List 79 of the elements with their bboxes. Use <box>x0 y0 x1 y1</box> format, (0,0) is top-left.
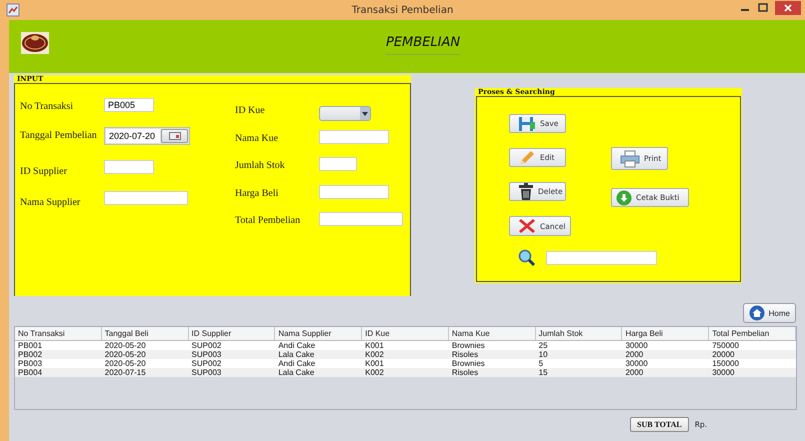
table-cell-text: K002 <box>364 350 385 359</box>
page-title: PEMBELIAN <box>386 35 460 55</box>
printer-icon <box>620 150 640 168</box>
subtotal-button[interactable]: SUB TOTAL <box>630 417 689 432</box>
column-header[interactable]: Harga Beli <box>622 327 710 340</box>
field-label: Nama Kue <box>235 132 280 144</box>
table-cell-text: SUP002 <box>190 341 222 350</box>
table-cell-text: 30000 <box>624 359 649 368</box>
window-title: Transaksi Pembelian <box>352 4 454 16</box>
logo-icon <box>21 32 49 54</box>
table-cell-text: 10 <box>538 350 549 359</box>
table-cell-text: K002 <box>364 368 385 377</box>
pencil-icon <box>518 150 536 166</box>
home-icon <box>748 305 765 321</box>
app-icon <box>6 3 20 17</box>
column-header[interactable]: Nama Supplier <box>275 327 362 340</box>
table-cell-text: 2020-05-20 <box>104 359 147 368</box>
table-cell-text: 2020-05-20 <box>104 341 147 350</box>
field-label: No Transaksi <box>20 100 74 112</box>
table-cell-text: PB004 <box>17 368 44 377</box>
column-header[interactable]: No Transaksi <box>15 327 102 340</box>
text-field[interactable] <box>319 184 389 198</box>
table-cell-text: SUP002 <box>190 359 222 368</box>
table-cell-text: 30000 <box>624 341 649 350</box>
text-field[interactable] <box>104 191 188 205</box>
table-cell-text: PB001 <box>17 341 44 350</box>
search-icon <box>518 249 536 267</box>
table-cell-text: 30000 <box>711 368 736 377</box>
table-cell-text: Lala Cake <box>277 368 316 377</box>
text-field[interactable] <box>319 130 389 144</box>
column-header[interactable]: ID Kue <box>362 327 449 340</box>
table-cell-text: PB002 <box>17 350 44 359</box>
table-cell-text: SUP003 <box>190 350 222 359</box>
column-header[interactable]: ID Supplier <box>188 327 276 340</box>
text-field[interactable] <box>319 212 403 226</box>
table-cell-text: 20000 <box>711 350 736 359</box>
field-label: Nama Supplier <box>20 196 82 208</box>
text-field[interactable]: PB005 <box>104 98 154 112</box>
field-label: Harga Beli <box>235 186 280 198</box>
table-cell-text: 2000 <box>624 368 644 377</box>
table-cell-text: Lala Cake <box>277 350 316 359</box>
table-cell-text: 5 <box>538 359 544 368</box>
table-cell-text: Brownies <box>450 341 486 350</box>
cross-icon <box>518 218 536 234</box>
table-cell-text: Andi Cake <box>277 341 316 350</box>
table-cell-text: Risoles <box>450 368 480 377</box>
table-cell-text: Andi Cake <box>277 359 316 368</box>
caret-icon <box>362 112 368 116</box>
field-label: Jumlah Stok <box>235 159 286 171</box>
maximize-icon[interactable] <box>757 3 769 13</box>
table-cell-text: 2020-07-15 <box>104 368 147 377</box>
table-cell-text: PB003 <box>17 359 44 368</box>
table-cell-text: Brownies <box>450 359 486 368</box>
field-label: ID Kue <box>235 104 266 116</box>
column-header[interactable]: Total Pembelian <box>709 327 796 340</box>
column-header[interactable]: Tanggal Beli <box>102 327 189 340</box>
column-header[interactable]: Nama Kue <box>448 327 536 340</box>
text-field[interactable] <box>319 157 357 171</box>
table-cell-text: K001 <box>364 341 385 350</box>
close-icon[interactable] <box>775 1 801 15</box>
table-cell-text: Risoles <box>450 350 480 359</box>
search-field[interactable] <box>546 251 657 265</box>
table-cell-text: 15 <box>538 368 549 377</box>
text-field[interactable] <box>104 160 154 174</box>
table-cell-text: 2020-05-20 <box>104 350 147 359</box>
home-button[interactable]: Home <box>742 303 796 323</box>
column-header[interactable]: Jumlah Stok <box>536 327 622 340</box>
table-cell-text: 750000 <box>711 341 740 350</box>
trash-icon <box>518 182 534 200</box>
table-cell-text: 2000 <box>624 350 644 359</box>
dropdown[interactable] <box>319 106 371 121</box>
field-label: Total Pembelian <box>235 214 302 226</box>
table-cell-text: 150000 <box>711 359 740 368</box>
table-cell-text: SUP003 <box>190 368 222 377</box>
field-label: ID Supplier <box>20 165 68 177</box>
table-cell-text: 25 <box>538 341 549 350</box>
table-cell-text: K001 <box>364 359 385 368</box>
download-icon <box>616 190 632 206</box>
field-label: Tanggal Pembelian <box>20 129 98 141</box>
